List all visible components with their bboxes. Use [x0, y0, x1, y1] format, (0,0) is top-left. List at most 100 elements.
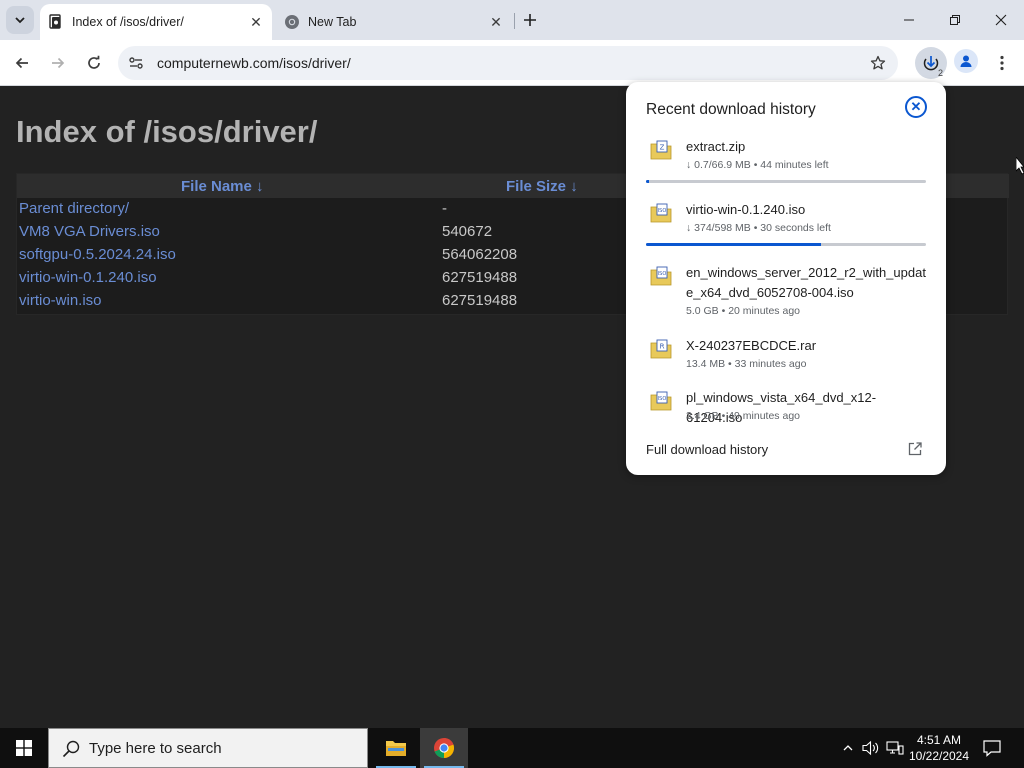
plus-icon	[524, 14, 536, 26]
full-download-history-link[interactable]: Full download history	[646, 442, 768, 457]
bookmark-star-icon[interactable]	[868, 53, 888, 73]
download-item[interactable]: Z extract.zip ↓ 0.7/66.9 MB • 44 minutes…	[626, 136, 946, 190]
show-hidden-icons-button[interactable]	[838, 738, 858, 758]
notification-center-icon[interactable]	[980, 736, 1004, 760]
downloads-bubble: Recent download history ✕ Z extract.zip …	[626, 82, 946, 475]
tab-search-button[interactable]	[6, 6, 34, 34]
minimize-icon	[904, 19, 914, 21]
profile-button[interactable]	[954, 49, 978, 73]
network-icon	[886, 741, 904, 755]
file-size: 627519488	[442, 269, 518, 286]
more-vertical-icon	[1000, 55, 1004, 71]
back-button[interactable]	[8, 49, 36, 77]
browser-menu-button[interactable]	[990, 49, 1014, 77]
site-icon	[48, 14, 64, 30]
svg-text:R: R	[660, 343, 665, 351]
file-explorer-taskbar-button[interactable]	[372, 728, 420, 768]
tab-new-tab[interactable]: New Tab ✕	[276, 4, 512, 40]
iso-file-icon: ISO	[650, 391, 672, 411]
url-text[interactable]: computernewb.com/isos/driver/	[157, 55, 351, 71]
iso-file-icon: ISO	[650, 266, 672, 286]
download-file-name: pl_windows_vista_x64_dvd_x12-61204.iso	[686, 390, 877, 425]
rar-file-icon: R	[650, 339, 672, 359]
download-item[interactable]: ISO pl_windows_vista_x64_dvd_x12-61204.i…	[626, 387, 946, 431]
chrome-logo-icon	[434, 737, 455, 759]
download-file-name: extract.zip	[686, 139, 746, 154]
close-tab-icon[interactable]: ✕	[486, 12, 506, 32]
file-size: 540672	[442, 223, 493, 240]
download-item[interactable]: ISO en_windows_server_2012_r2_with_updat…	[626, 262, 946, 326]
close-bubble-button[interactable]: ✕	[905, 96, 927, 118]
download-file-name: en_windows_server_2012_r2_with_update_x6…	[686, 265, 926, 300]
forward-button[interactable]	[44, 49, 72, 77]
progress-fill	[646, 243, 821, 246]
file-link[interactable]: softgpu-0.5.2024.24.iso	[19, 246, 176, 263]
tab-title: New Tab	[308, 15, 357, 29]
download-item[interactable]: ISO virtio-win-0.1.240.iso ↓ 374/598 MB …	[626, 199, 946, 253]
reload-button[interactable]	[80, 49, 108, 77]
download-status: 3.4 GB • 49 minutes ago	[686, 410, 800, 422]
close-tab-icon[interactable]: ✕	[246, 12, 266, 32]
avatar-icon	[960, 55, 972, 67]
file-name-column-header[interactable]: File Name ↓	[181, 178, 264, 195]
folder-icon	[386, 741, 406, 756]
chrome-taskbar-button[interactable]	[420, 728, 468, 768]
download-status: ↓ 0.7/66.9 MB • 44 minutes left	[686, 159, 829, 171]
search-icon	[62, 740, 80, 758]
zip-file-icon: Z	[650, 140, 672, 160]
tab-index-isos-driver[interactable]: Index of /isos/driver/ ✕	[40, 4, 272, 40]
download-file-name: X-240237EBCDCE.rar	[686, 338, 817, 353]
network-button[interactable]	[885, 738, 905, 758]
download-item[interactable]: R X-240237EBCDCE.rar 13.4 MB • 33 minute…	[626, 335, 946, 379]
close-icon	[995, 14, 1007, 26]
file-size: 627519488	[442, 292, 518, 309]
start-button[interactable]	[0, 728, 48, 768]
file-size-column-header[interactable]: File Size ↓	[506, 178, 578, 195]
open-in-new-icon[interactable]	[907, 441, 923, 457]
taskbar: Type here to search 4:51 AM 10/22/2024	[0, 728, 1024, 768]
svg-text:ISO: ISO	[658, 208, 667, 214]
chrome-icon	[284, 14, 300, 30]
downloads-bubble-title: Recent download history	[646, 101, 816, 118]
restore-icon	[950, 15, 960, 25]
reload-icon	[88, 55, 100, 69]
taskbar-clock[interactable]: 4:51 AM 10/22/2024	[906, 732, 972, 764]
svg-text:ISO: ISO	[658, 271, 667, 277]
new-tab-button[interactable]	[518, 8, 542, 32]
clock-time: 4:51 AM	[916, 733, 962, 747]
minimize-button[interactable]	[886, 0, 932, 40]
restore-button[interactable]	[932, 0, 978, 40]
site-info-icon[interactable]	[128, 55, 144, 71]
browser-toolbar: computernewb.com/isos/driver/ 2	[0, 40, 1024, 86]
download-status: ↓ 374/598 MB • 30 seconds left	[686, 222, 831, 234]
volume-button[interactable]	[861, 738, 881, 758]
tab-separator	[514, 13, 515, 29]
svg-text:Z: Z	[660, 144, 665, 152]
download-status: 13.4 MB • 33 minutes ago	[686, 358, 807, 370]
clock-date: 10/22/2024	[908, 749, 970, 763]
windows-logo-icon	[16, 740, 32, 756]
arrow-right-icon	[52, 57, 65, 69]
file-link[interactable]: VM8 VGA Drivers.iso	[19, 223, 160, 240]
search-placeholder: Type here to search	[89, 740, 222, 757]
mouse-cursor-icon	[1016, 157, 1024, 175]
download-status: 5.0 GB • 20 minutes ago	[686, 305, 800, 317]
arrow-left-icon	[15, 57, 28, 69]
chevron-down-icon	[15, 17, 25, 24]
address-bar[interactable]: computernewb.com/isos/driver/	[118, 46, 898, 80]
speaker-icon	[862, 740, 879, 756]
download-progress-bar	[646, 180, 926, 183]
downloads-button[interactable]: 2	[915, 47, 947, 79]
parent-directory-link[interactable]: Parent directory/	[19, 200, 129, 217]
file-link[interactable]: virtio-win-0.1.240.iso	[19, 269, 157, 286]
download-count-badge: 2	[937, 68, 943, 78]
file-link[interactable]: virtio-win.iso	[19, 292, 102, 309]
download-file-name: virtio-win-0.1.240.iso	[686, 202, 806, 217]
page-title: Index of /isos/driver/	[16, 114, 318, 149]
file-size: -	[442, 200, 447, 217]
download-progress-bar	[646, 243, 926, 246]
chevron-up-icon	[843, 745, 853, 751]
close-window-button[interactable]	[978, 0, 1024, 40]
file-size: 564062208	[442, 246, 518, 263]
taskbar-search-box[interactable]: Type here to search	[48, 728, 368, 768]
